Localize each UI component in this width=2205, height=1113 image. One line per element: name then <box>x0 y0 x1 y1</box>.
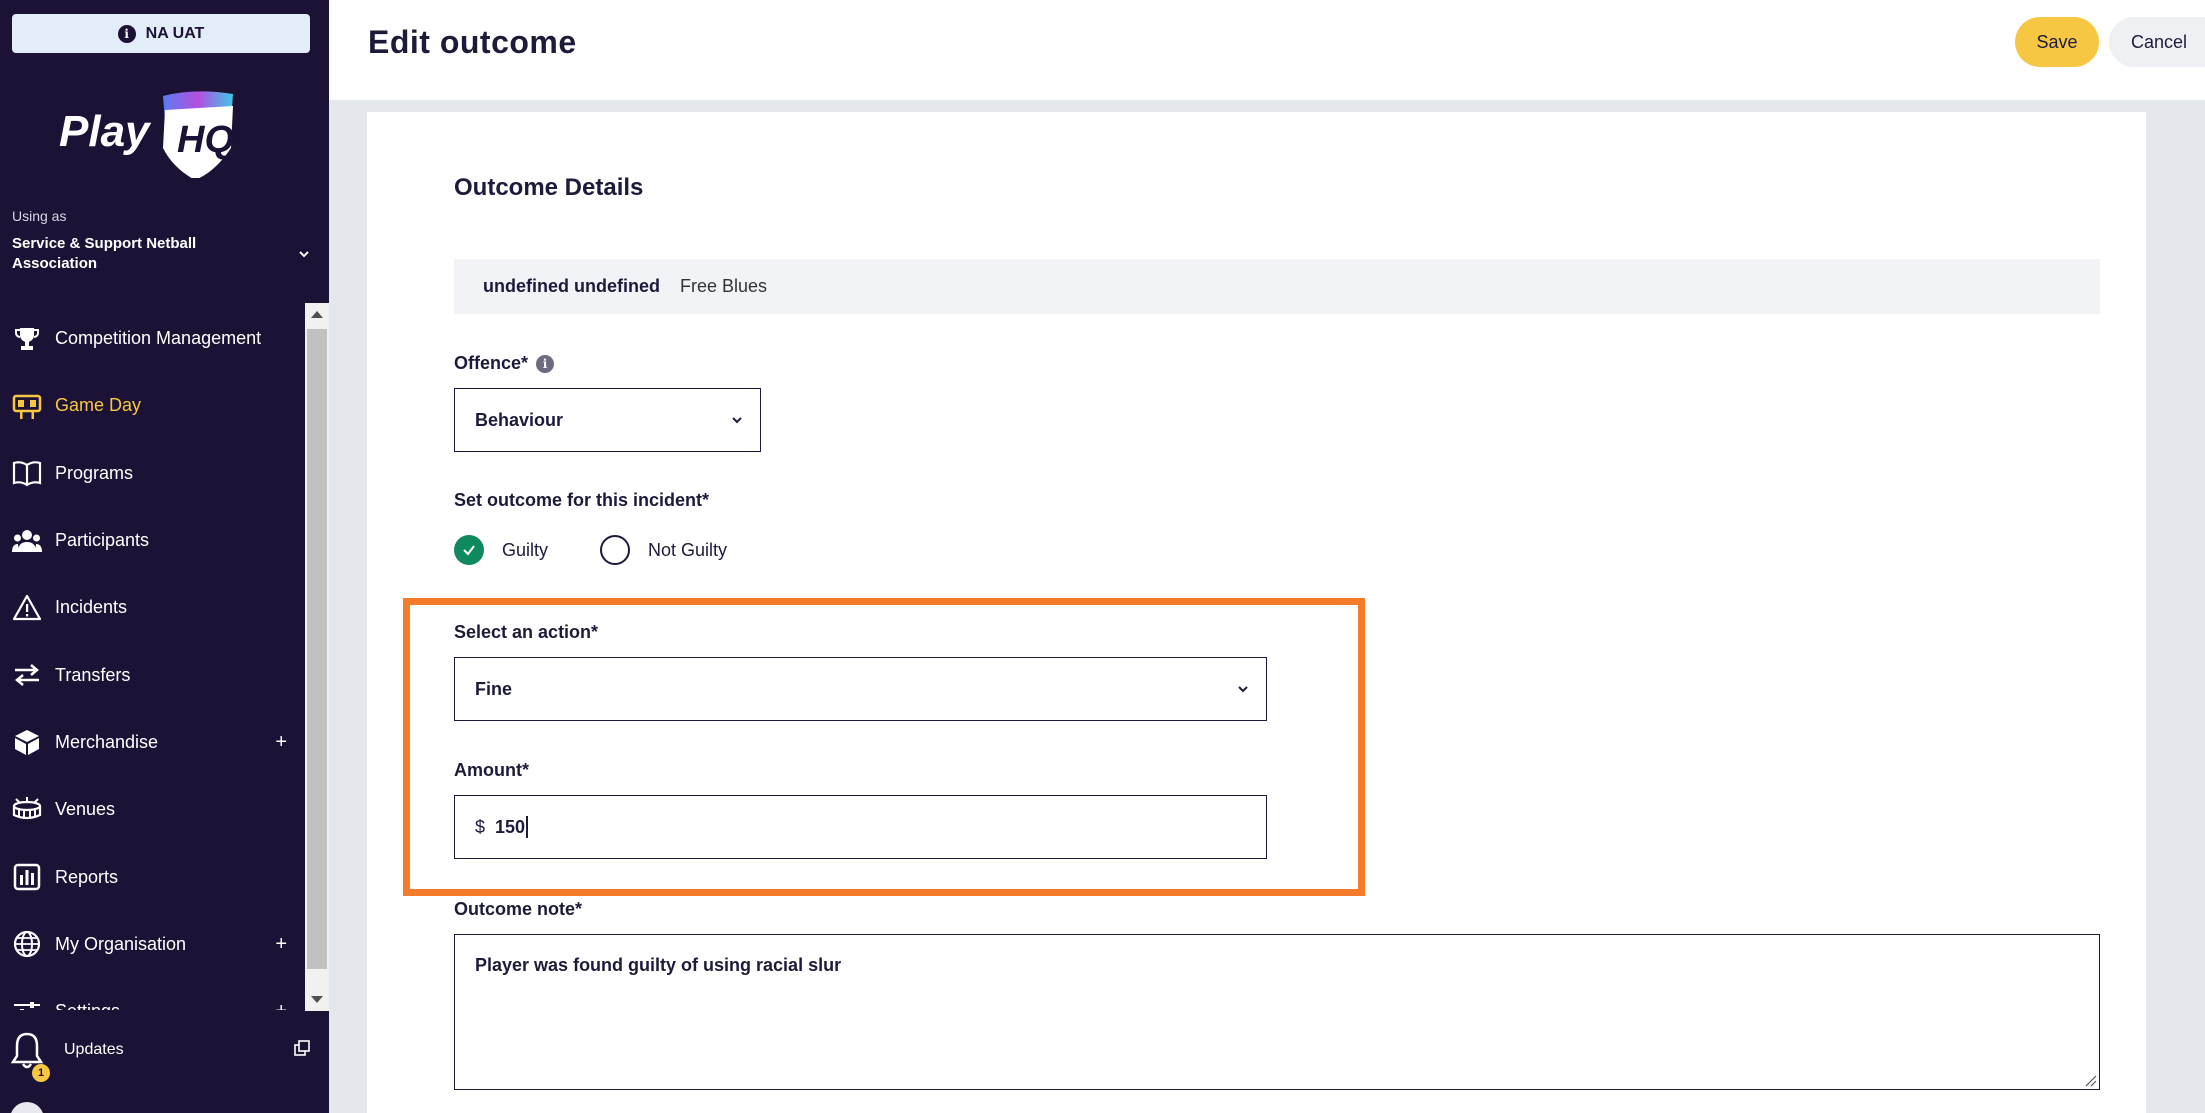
main-nav: Competition Management Game Day Programs… <box>0 305 305 1010</box>
outcome-radio-group: Guilty Not Guilty <box>454 535 779 565</box>
outcome-label: Set outcome for this incident* <box>454 490 710 510</box>
expand-icon[interactable]: + <box>275 933 287 956</box>
page-title: Edit outcome <box>368 24 577 60</box>
playhq-logo: HQ Play <box>59 91 234 178</box>
offence-select[interactable]: Behaviour <box>454 388 761 452</box>
not-guilty-label[interactable]: Not Guilty <box>648 540 727 561</box>
sidebar: i NA UAT HQ Play Using as Service & Supp… <box>0 0 329 1113</box>
save-button[interactable]: Save <box>2015 17 2099 67</box>
updates-link[interactable]: 1 Updates <box>10 1028 310 1082</box>
svg-text:Play: Play <box>59 107 152 156</box>
people-icon <box>12 526 42 556</box>
nav-label: Reports <box>55 866 119 887</box>
scrollbar-thumb[interactable] <box>307 329 327 969</box>
guilty-label[interactable]: Guilty <box>502 540 548 561</box>
updates-count-badge: 1 <box>32 1064 50 1082</box>
bar-chart-icon <box>12 862 42 892</box>
offence-label-text: Offence* <box>454 353 529 373</box>
nav-item-transfers[interactable]: Transfers <box>0 641 305 708</box>
bell-icon: 1 <box>10 1030 50 1082</box>
nav-label: Settings <box>55 1001 120 1010</box>
using-as-label: Using as <box>12 208 67 224</box>
sidebar-scrollbar[interactable] <box>305 303 329 1011</box>
stadium-icon <box>12 795 42 825</box>
section-title: Outcome Details <box>454 174 644 201</box>
nav-item-settings[interactable]: Settings + <box>0 978 305 1010</box>
nav-label: My Organisation <box>55 933 187 954</box>
expand-icon[interactable]: + <box>275 731 287 754</box>
check-icon <box>463 545 475 556</box>
info-icon: i <box>117 24 136 43</box>
scroll-down-icon[interactable] <box>311 996 323 1003</box>
page-header: Edit outcome Save Cancel <box>329 0 2205 100</box>
nav-label: Venues <box>55 799 116 820</box>
scoreboard-icon <box>12 391 42 421</box>
outcome-note-textarea[interactable]: Player was found guilty of using racial … <box>454 934 2100 1090</box>
highlight-annotation <box>403 598 1365 896</box>
nav-item-merchandise[interactable]: Merchandise + <box>0 709 305 776</box>
note-value: Player was found guilty of using racial … <box>475 955 842 975</box>
nav-label: Participants <box>55 530 150 551</box>
nav-label: Incidents <box>55 597 128 618</box>
nav-item-incidents[interactable]: Incidents <box>0 574 305 641</box>
user-avatar[interactable] <box>10 1102 44 1113</box>
cancel-button[interactable]: Cancel <box>2109 17 2205 67</box>
offence-select-value: Behaviour <box>475 409 564 430</box>
expand-icon[interactable]: + <box>275 1000 287 1010</box>
scroll-up-icon[interactable] <box>311 311 323 318</box>
globe-icon <box>12 929 42 959</box>
player-name: undefined undefined <box>483 276 660 296</box>
player-info-bar: undefined undefined Free Blues <box>454 259 2100 314</box>
sliders-icon <box>12 997 42 1010</box>
guilty-radio[interactable] <box>454 535 484 565</box>
nav-item-game-day[interactable]: Game Day <box>0 372 305 439</box>
environment-label: NA UAT <box>145 24 205 42</box>
nav-item-programs[interactable]: Programs <box>0 440 305 507</box>
box-icon <box>12 727 42 757</box>
nav-item-venues[interactable]: Venues <box>0 776 305 843</box>
transfer-arrows-icon <box>12 660 42 690</box>
environment-badge: i NA UAT <box>12 14 310 53</box>
external-link-icon <box>294 1040 310 1056</box>
info-icon[interactable]: i <box>536 355 555 374</box>
offence-label: Offence* i <box>454 353 555 374</box>
svg-text:HQ: HQ <box>177 119 234 161</box>
nav-label: Merchandise <box>55 731 159 752</box>
nav-label: Transfers <box>55 664 131 685</box>
nav-label: Programs <box>55 462 134 483</box>
warning-icon <box>12 593 42 623</box>
trophy-icon <box>12 324 42 354</box>
team-name: Free Blues <box>680 276 768 296</box>
nav-item-my-organisation[interactable]: My Organisation + <box>0 911 305 978</box>
nav-item-participants[interactable]: Participants <box>0 507 305 574</box>
nav-item-competition-management[interactable]: Competition Management <box>0 305 305 372</box>
not-guilty-radio[interactable] <box>600 535 631 565</box>
nav-label: Game Day <box>55 395 142 416</box>
chevron-down-icon[interactable] <box>296 246 312 262</box>
chevron-down-icon <box>732 417 742 424</box>
resize-handle-icon[interactable] <box>2083 1073 2097 1087</box>
updates-label: Updates <box>64 1041 124 1058</box>
book-icon <box>12 458 42 488</box>
note-label: Outcome note* <box>454 899 583 919</box>
nav-item-reports[interactable]: Reports <box>0 843 305 910</box>
organisation-switcher[interactable]: Service & Support Netball Association <box>12 234 252 274</box>
nav-label: Competition Management <box>55 328 262 349</box>
